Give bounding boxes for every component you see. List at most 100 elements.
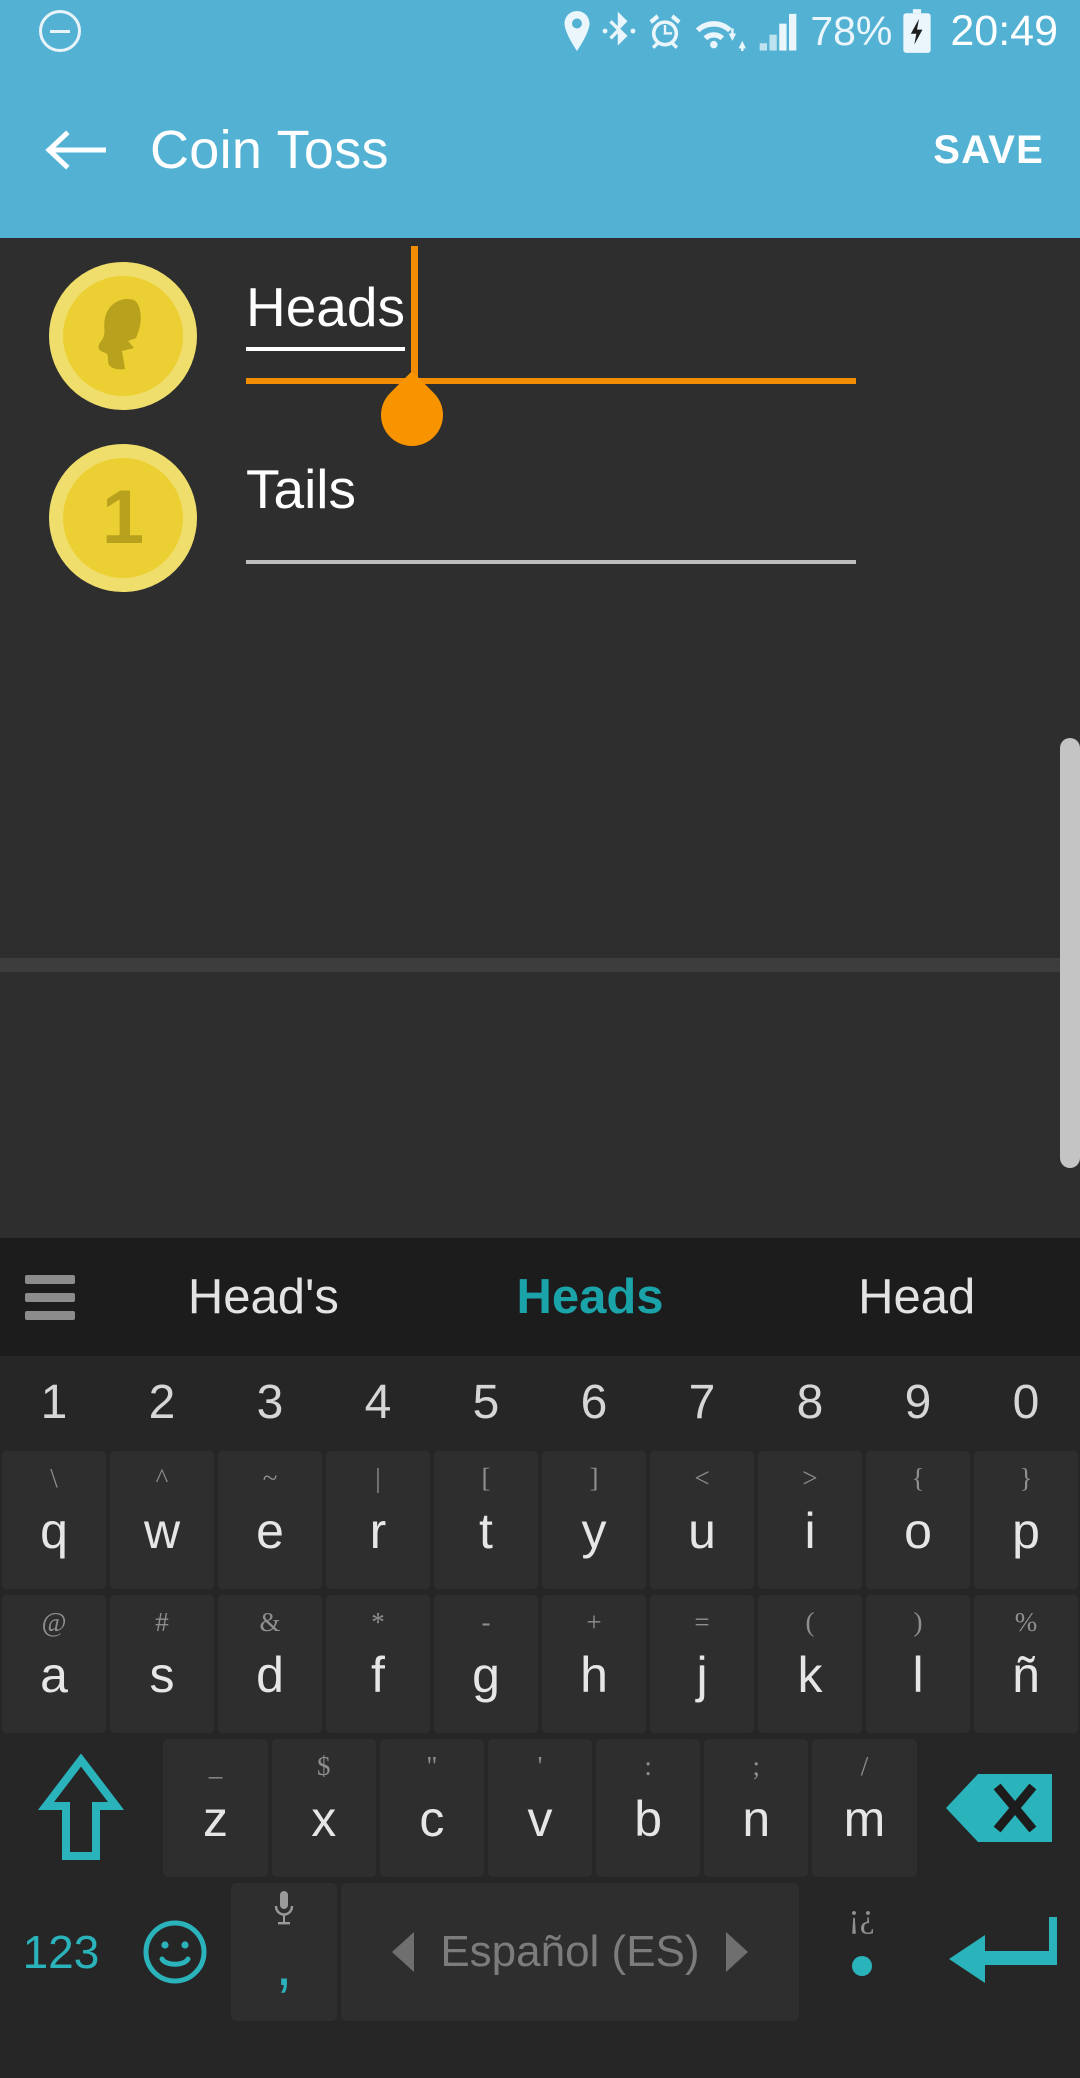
battery-percent: 78% <box>810 7 893 54</box>
key-z[interactable]: _ z <box>163 1739 268 1877</box>
key-8[interactable]: 8 <box>756 1356 864 1448</box>
key-label: v <box>527 1791 553 1847</box>
key-label: n <box>742 1791 771 1847</box>
comma-key[interactable]: , <box>230 1883 338 2021</box>
coin-tails-icon[interactable]: 1 <box>49 444 197 592</box>
key-alt-label: + <box>586 1607 602 1637</box>
shift-up-arrow-icon <box>37 1754 124 1860</box>
key-label: x <box>311 1791 337 1847</box>
key-a[interactable]: @ a <box>2 1595 106 1733</box>
key-label: o <box>904 1503 932 1559</box>
soft-keyboard: Head's Heads Head 1 2 3 4 5 6 7 8 9 0 \ q… <box>0 1238 1080 2078</box>
list-item: 1 Tails <box>0 444 856 592</box>
tails-input[interactable]: Tails <box>246 462 356 517</box>
enter-key[interactable] <box>923 1880 1080 2024</box>
key-c[interactable]: " c <box>379 1739 484 1877</box>
key-5[interactable]: 5 <box>432 1356 540 1448</box>
page-title: Coin Toss <box>150 120 389 180</box>
key-i[interactable]: > i <box>758 1451 862 1589</box>
key-f[interactable]: * f <box>326 1595 430 1733</box>
key-2[interactable]: 2 <box>108 1356 216 1448</box>
key-u[interactable]: < u <box>650 1451 754 1589</box>
key-label: 9 <box>904 1375 932 1429</box>
key-alt-label: ^ <box>155 1463 169 1493</box>
key-h[interactable]: + h <box>542 1595 646 1733</box>
key-alt-label: # <box>155 1607 169 1637</box>
key-6[interactable]: 6 <box>540 1356 648 1448</box>
save-button[interactable]: SAVE <box>933 128 1080 173</box>
suggestion-2[interactable]: Head <box>753 1269 1080 1325</box>
key-w[interactable]: ^ w <box>110 1451 214 1589</box>
key-9[interactable]: 9 <box>864 1356 972 1448</box>
left-triangle-icon[interactable] <box>392 1932 415 1972</box>
key-m[interactable]: / m <box>812 1739 917 1877</box>
key-0[interactable]: 0 <box>972 1356 1080 1448</box>
key-b[interactable]: :b <box>596 1739 701 1877</box>
key-j[interactable]: = j <box>650 1595 754 1733</box>
tails-field-wrap: Tails <box>246 462 856 564</box>
key-label: g <box>472 1647 500 1703</box>
key-label: q <box>40 1503 68 1559</box>
key-label: 4 <box>364 1375 392 1429</box>
key-alt-label: [ <box>481 1463 491 1493</box>
key-t[interactable]: [t <box>434 1451 538 1589</box>
clock-time: 20:49 <box>950 6 1058 55</box>
key-alt-label: & <box>259 1607 281 1637</box>
key-g[interactable]: -g <box>434 1595 538 1733</box>
key-label: 0 <box>1012 1375 1040 1429</box>
vertical-scrollbar[interactable] <box>1060 738 1080 1168</box>
key-x[interactable]: $ x <box>271 1739 376 1877</box>
shift-key[interactable] <box>0 1736 161 1880</box>
signal-icon <box>759 13 797 51</box>
status-mute-wrap <box>0 10 120 52</box>
space-key[interactable]: Español (ES) <box>341 1883 799 2021</box>
keyboard-row-numbers: 1 2 3 4 5 6 7 8 9 0 <box>0 1356 1080 1448</box>
key-v[interactable]: ' v <box>487 1739 593 1877</box>
key-d[interactable]: & d <box>218 1595 322 1733</box>
key-l[interactable]: ) l <box>866 1595 970 1733</box>
back-button[interactable] <box>0 127 150 173</box>
key-label: w <box>143 1503 181 1559</box>
key-alt-label: ' <box>537 1751 543 1781</box>
key-3[interactable]: 3 <box>216 1356 324 1448</box>
key-label: t <box>479 1503 493 1559</box>
key-alt-label: $ <box>316 1751 331 1781</box>
location-icon <box>564 11 590 51</box>
suggestion-0[interactable]: Head's <box>100 1269 427 1325</box>
key-s[interactable]: # s <box>110 1595 214 1733</box>
key-e[interactable]: ~ e <box>218 1451 322 1589</box>
key-4[interactable]: 4 <box>324 1356 432 1448</box>
key-alt-label: _ <box>208 1751 223 1781</box>
emoji-smiley-icon <box>143 1920 207 1984</box>
key-label: 7 <box>688 1375 716 1429</box>
key-y[interactable]: ] y <box>542 1451 646 1589</box>
key-alt-label: { <box>911 1463 925 1493</box>
numeric-mode-key[interactable]: 123 <box>0 1880 122 2024</box>
key-alt-label: ( <box>805 1607 815 1637</box>
key-1[interactable]: 1 <box>0 1356 108 1448</box>
head-profile-icon <box>98 298 141 370</box>
right-triangle-icon[interactable] <box>725 1932 748 1972</box>
key-q[interactable]: \ q <box>2 1451 106 1589</box>
key-r[interactable]: | r <box>326 1451 430 1589</box>
key-label: i <box>804 1503 816 1559</box>
key-o[interactable]: {o <box>866 1451 970 1589</box>
suggestion-1[interactable]: Heads <box>427 1269 754 1325</box>
backspace-key[interactable] <box>919 1736 1080 1880</box>
key-7[interactable]: 7 <box>648 1356 756 1448</box>
key-label: 5 <box>472 1375 500 1429</box>
emoji-key[interactable] <box>122 1880 229 2024</box>
coin-heads-icon[interactable] <box>49 262 197 410</box>
key-k[interactable]: (k <box>758 1595 862 1733</box>
key-alt-label: ; <box>752 1751 761 1781</box>
period-key[interactable]: ¡¿ <box>801 1880 923 2024</box>
period-label <box>851 1956 872 1976</box>
key-label: 3 <box>256 1375 284 1429</box>
key-n[interactable]: ; n <box>704 1739 809 1877</box>
space-language-label: Español (ES) <box>440 1927 700 1976</box>
key-p[interactable]: } p <box>974 1451 1078 1589</box>
hamburger-menu-icon[interactable] <box>0 1274 100 1320</box>
bluetooth-icon <box>602 11 636 46</box>
heads-input[interactable]: Heads <box>246 280 405 351</box>
key-enye[interactable]: % ñ <box>974 1595 1078 1733</box>
